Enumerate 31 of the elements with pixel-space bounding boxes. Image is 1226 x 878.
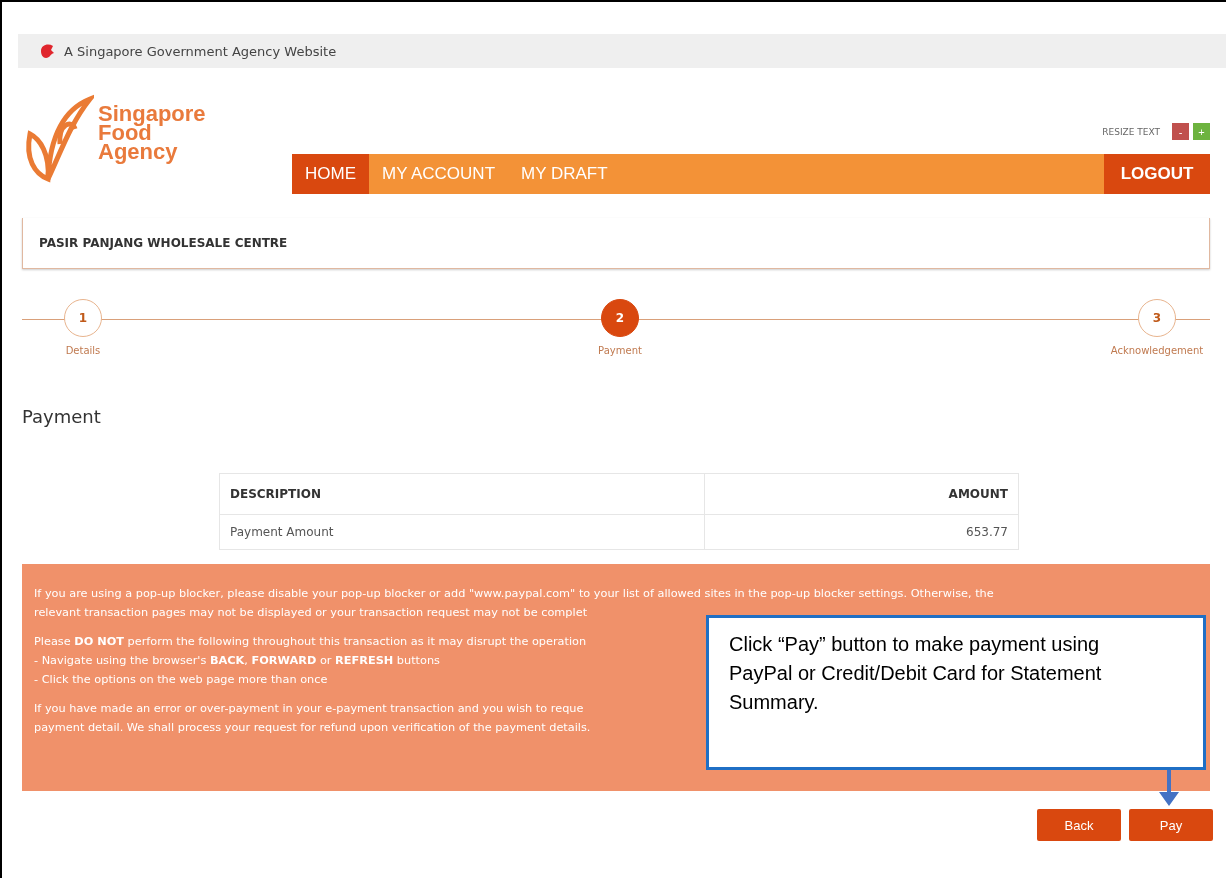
resize-text-label: RESIZE TEXT xyxy=(1102,126,1160,137)
step-circle: 3 xyxy=(1138,299,1176,337)
callout-box: Click “Pay” button to make payment using PayPal or Credit/Debit Card for Statement Summary. xyxy=(706,615,1206,770)
banner-text: A Singapore Government Agency Website xyxy=(64,43,337,59)
centre-title: PASIR PANJANG WHOLESALE CENTRE xyxy=(22,218,1210,269)
step-circle: 1 xyxy=(64,299,102,337)
action-button[interactable]: Pay xyxy=(1129,809,1213,841)
notice-text: - Click the options on the web page more than once xyxy=(34,672,328,688)
action-button[interactable]: Back xyxy=(1037,809,1121,841)
notice-text: relevant transaction pages may not be displayed or your transaction request may not be complet xyxy=(34,605,588,621)
nav-item[interactable]: MY ACCOUNT xyxy=(369,154,509,194)
table-cell: 653.77 xyxy=(705,514,1019,550)
column-header: DESCRIPTION xyxy=(219,473,705,515)
step-circle: 2 xyxy=(601,299,639,337)
decrease-text-button[interactable]: - xyxy=(1172,123,1189,140)
column-header: AMOUNT xyxy=(705,473,1019,515)
nav-item[interactable]: MY DRAFT xyxy=(508,154,621,194)
notice-text: If you have made an error or over-payment in your e-payment transaction and you wish to reque xyxy=(34,701,584,717)
increase-text-button[interactable]: + xyxy=(1193,123,1210,140)
notice-text: payment detail. We shall process your request for refund upon verification of the payment details. xyxy=(34,720,591,736)
table-cell: Payment Amount xyxy=(219,514,705,550)
notice-text: - Navigate using the browser's BACK, FORWARD or REFRESH buttons xyxy=(34,653,440,669)
nav-item[interactable]: HOME xyxy=(292,154,369,194)
page-heading: Payment xyxy=(22,406,102,427)
down-arrow-icon xyxy=(1157,770,1181,806)
step-label: Details xyxy=(65,345,101,356)
logout-button[interactable]: LOGOUT xyxy=(1104,154,1210,194)
step-label: Payment xyxy=(598,345,642,356)
step-label: Acknowledgement xyxy=(1110,345,1204,356)
notice-text: Please DO NOT perform the following throughout this transaction as it may disrupt the operation xyxy=(34,634,587,650)
notice-text: If you are using a pop-up blocker, please disable your pop-up blocker or add "www.paypal.com" to your list of allowed sites in the pop-up blocker settings. Otherwise, the xyxy=(34,586,994,602)
